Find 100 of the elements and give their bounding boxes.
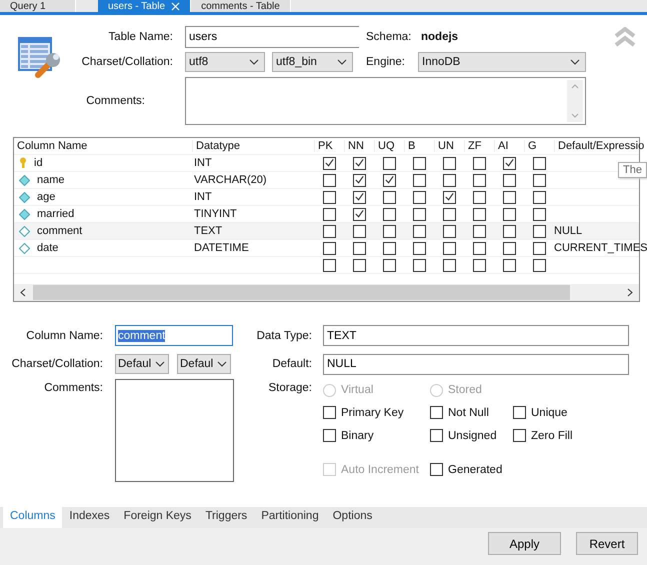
horizontal-scrollbar[interactable]	[14, 284, 639, 301]
column-name-field[interactable]: comment	[115, 325, 233, 346]
checkbox[interactable]	[382, 224, 396, 238]
checkbox[interactable]	[412, 258, 426, 272]
column-header[interactable]: B	[404, 140, 434, 152]
checkbox[interactable]	[412, 242, 426, 254]
section-tab[interactable]: Options	[326, 507, 380, 528]
checkbox[interactable]	[382, 208, 396, 220]
checkbox[interactable]	[382, 156, 396, 170]
close-icon[interactable]	[171, 2, 180, 10]
section-tab[interactable]: Partitioning	[254, 507, 326, 528]
scroll-left-icon[interactable]	[19, 288, 27, 297]
checkbox[interactable]	[442, 208, 456, 220]
checkbox[interactable]	[532, 208, 546, 220]
checkbox[interactable]	[502, 208, 516, 220]
checkbox[interactable]	[352, 174, 366, 186]
column-header[interactable]: NN	[344, 140, 374, 152]
checkbox[interactable]	[472, 258, 486, 272]
checkbox[interactable]	[323, 406, 336, 419]
checkbox[interactable]	[412, 224, 426, 238]
data-type-field[interactable]: TEXT	[323, 325, 629, 346]
checkbox[interactable]	[412, 190, 426, 204]
checkbox[interactable]	[322, 258, 336, 272]
checkbox[interactable]	[352, 242, 366, 254]
checkbox[interactable]	[322, 156, 336, 170]
checkbox[interactable]	[352, 224, 366, 238]
editor-tab[interactable]: comments - Table	[191, 0, 291, 12]
checkbox[interactable]	[352, 208, 366, 220]
comments-field[interactable]	[185, 77, 586, 125]
column-header[interactable]: Default/Expressio	[554, 140, 644, 152]
checkbox[interactable]	[322, 190, 336, 204]
column-header[interactable]: UQ	[374, 140, 404, 152]
checkbox[interactable]	[513, 406, 526, 419]
column-header[interactable]: PK	[314, 140, 344, 152]
checkbox[interactable]	[323, 429, 336, 442]
checkbox[interactable]	[412, 174, 426, 186]
checkbox[interactable]	[412, 208, 426, 220]
checkbox[interactable]	[472, 174, 486, 186]
checkbox[interactable]	[442, 224, 456, 238]
checkbox[interactable]	[352, 190, 366, 204]
checkbox[interactable]	[472, 190, 486, 204]
checkbox[interactable]	[430, 463, 443, 476]
checkbox[interactable]	[382, 190, 396, 204]
section-tab[interactable]: Foreign Keys	[116, 507, 198, 528]
checkbox[interactable]	[430, 406, 443, 419]
checkbox[interactable]	[442, 242, 456, 254]
engine-dropdown[interactable]: InnoDB	[418, 52, 586, 72]
checkbox[interactable]	[532, 190, 546, 204]
checkbox[interactable]	[502, 156, 516, 170]
checkbox[interactable]	[412, 156, 426, 170]
checkbox[interactable]	[322, 208, 336, 220]
column-header[interactable]: Datatype	[192, 140, 314, 152]
collation-dropdown[interactable]: Defaul	[177, 354, 231, 374]
checkbox[interactable]	[322, 242, 336, 254]
checkbox[interactable]	[382, 242, 396, 254]
checkbox[interactable]	[472, 208, 486, 220]
checkbox[interactable]	[442, 190, 456, 204]
checkbox[interactable]	[322, 174, 336, 186]
checkbox[interactable]	[352, 258, 366, 272]
checkbox[interactable]	[382, 258, 396, 272]
checkbox[interactable]	[430, 429, 443, 442]
checkbox[interactable]	[382, 174, 396, 186]
comments-field[interactable]	[115, 379, 234, 482]
checkbox[interactable]	[532, 258, 546, 272]
checkbox[interactable]	[442, 156, 456, 170]
checkbox[interactable]	[502, 174, 516, 186]
checkbox[interactable]	[502, 224, 516, 238]
column-header[interactable]: ZF	[464, 140, 494, 152]
checkbox[interactable]	[502, 190, 516, 204]
collation-dropdown[interactable]: utf8_bin	[272, 52, 353, 72]
section-tab[interactable]: Columns	[3, 507, 62, 528]
checkbox[interactable]	[532, 242, 546, 254]
column-header[interactable]: UN	[434, 140, 464, 152]
checkbox[interactable]	[532, 174, 546, 186]
checkbox[interactable]	[442, 174, 456, 186]
checkbox[interactable]	[322, 224, 336, 238]
column-header[interactable]: G	[524, 140, 554, 152]
checkbox[interactable]	[513, 429, 526, 442]
editor-tab[interactable]: Query 1	[0, 0, 76, 12]
checkbox[interactable]	[472, 156, 486, 170]
checkbox[interactable]	[532, 156, 546, 170]
checkbox[interactable]	[352, 156, 366, 170]
column-header[interactable]: AI	[494, 140, 524, 152]
table-name-field[interactable]: users	[185, 26, 359, 48]
column-header[interactable]: Column Name	[14, 140, 192, 152]
section-tab[interactable]: Indexes	[62, 507, 117, 528]
scroll-right-icon[interactable]	[626, 288, 634, 297]
checkbox[interactable]	[442, 258, 456, 272]
charset-dropdown[interactable]: Defaul	[115, 354, 169, 374]
checkbox[interactable]	[502, 258, 516, 272]
checkbox[interactable]	[472, 242, 486, 254]
default-field[interactable]: NULL	[323, 354, 629, 374]
checkbox[interactable]	[532, 224, 546, 238]
action-button[interactable]: Apply	[488, 532, 561, 555]
editor-tab[interactable]: users - Table	[98, 0, 192, 12]
checkbox[interactable]	[472, 224, 486, 238]
section-tab[interactable]: Triggers	[198, 507, 254, 528]
charset-dropdown[interactable]: utf8	[185, 52, 265, 72]
checkbox[interactable]	[502, 242, 516, 254]
action-button[interactable]: Revert	[576, 532, 638, 555]
